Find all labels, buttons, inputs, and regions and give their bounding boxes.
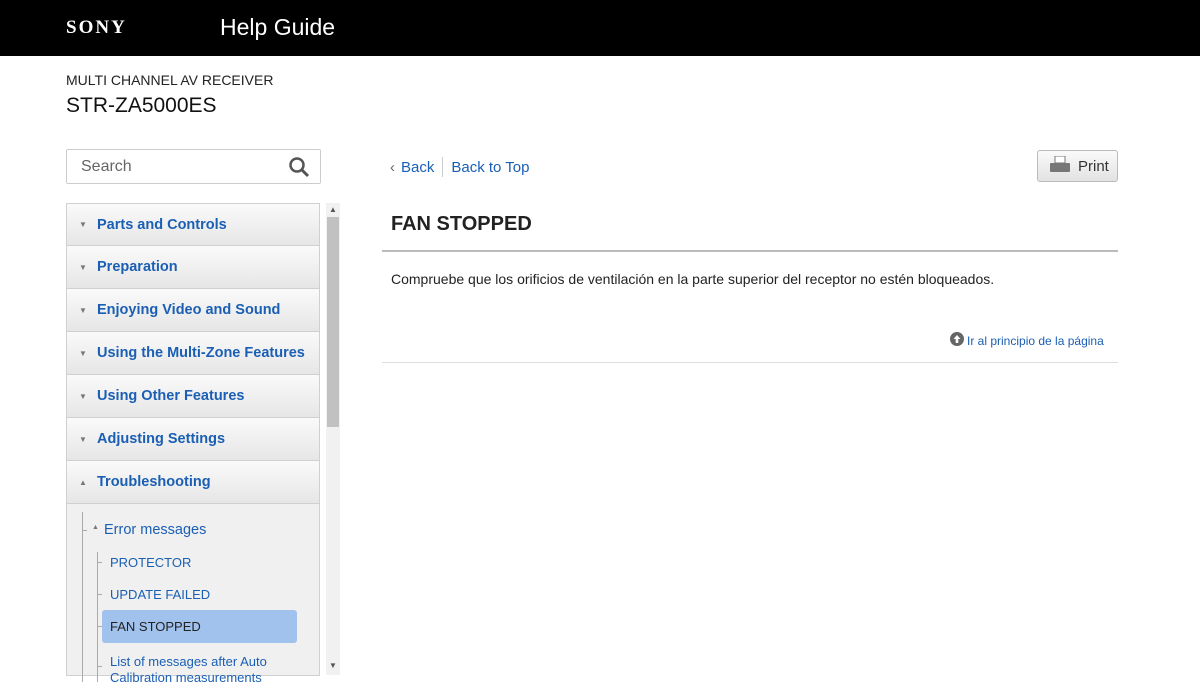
sublink-protector[interactable]: PROTECTOR [110,555,191,570]
search-box [66,149,321,184]
scroll-up-icon[interactable]: ▲ [329,205,337,214]
product-model: STR-ZA5000ES [66,94,217,117]
sidebar-item-label: Preparation [97,259,178,275]
print-label: Print [1078,157,1109,175]
sublink-update-failed[interactable]: UPDATE FAILED [110,587,210,602]
expand-icon: ▼ [79,348,87,358]
arrow-up-circle-icon [950,332,964,349]
troubleshooting-subtree: ▲ Error messages PROTECTOR UPDATE FAILED… [66,504,320,685]
sidebar-item-other-features[interactable]: ▼ Using Other Features [66,375,320,418]
sidebar-item-label: Adjusting Settings [97,431,226,447]
search-icon[interactable] [288,156,310,183]
search-input[interactable] [67,150,267,183]
expand-icon: ▼ [79,391,87,401]
help-guide-title: Help Guide [220,14,336,40]
sidebar-scrollbar[interactable]: ▲ ▼ [326,203,340,675]
collapse-icon: ▲ [92,524,99,531]
print-button[interactable]: Print [1037,150,1118,182]
expand-icon: ▼ [79,262,87,272]
collapse-icon: ▲ [79,477,87,487]
divider [442,157,444,177]
sidebar-item-label: Using the Multi-Zone Features [97,345,305,361]
back-to-top-link[interactable]: Back to Top [451,159,529,176]
product-category: MULTI CHANNEL AV RECEIVER [66,72,274,88]
sidebar-item-label: Troubleshooting [97,474,211,490]
sidebar-item-adjusting-settings[interactable]: ▼ Adjusting Settings [66,418,320,461]
expand-icon: ▼ [79,305,87,315]
section-divider [382,362,1118,363]
sidebar-nav: ▼ Parts and Controls ▼ Preparation ▼ Enjoyi… [66,203,320,685]
sidebar-item-label: Parts and Controls [97,216,227,233]
subgroup-error-messages[interactable]: Error messages [104,522,206,538]
expand-icon: ▼ [79,434,87,444]
article-body: Compruebe que los orificios de ventilaci… [391,271,995,287]
sidebar-item-label: Enjoying Video and Sound [97,302,281,318]
printer-icon [1050,155,1070,176]
chevron-left-icon[interactable]: ‹ [390,159,395,176]
page-title: FAN STOPPED [391,213,532,235]
title-divider [382,250,1118,252]
scroll-down-icon[interactable]: ▼ [329,661,337,670]
sublink-auto-calibration-messages[interactable]: List of messages after Auto Calibration … [110,654,280,686]
sidebar-item-troubleshooting[interactable]: ▲ Troubleshooting [66,461,320,504]
top-bar: SONY Help Guide [0,0,1200,56]
page-top-link[interactable]: Ir al principio de la página [950,332,1104,349]
sidebar-item-enjoying-video-and-sound[interactable]: ▼ Enjoying Video and Sound [66,289,320,332]
sidebar-item-multi-zone[interactable]: ▼ Using the Multi-Zone Features [66,332,320,375]
expand-icon: ▼ [79,220,87,229]
page-top-label: Ir al principio de la página [967,333,1104,348]
nav-links: ‹ Back Back to Top [390,157,529,177]
sony-logo[interactable]: SONY [66,17,127,39]
sidebar-item-label: Using Other Features [97,388,245,404]
back-link[interactable]: Back [401,159,434,176]
sidebar-item-parts-and-controls[interactable]: ▼ Parts and Controls [66,203,320,246]
scrollbar-thumb[interactable] [327,217,339,427]
sidebar-item-preparation[interactable]: ▼ Preparation [66,246,320,289]
sublink-fan-stopped-selected[interactable]: FAN STOPPED [102,610,297,643]
